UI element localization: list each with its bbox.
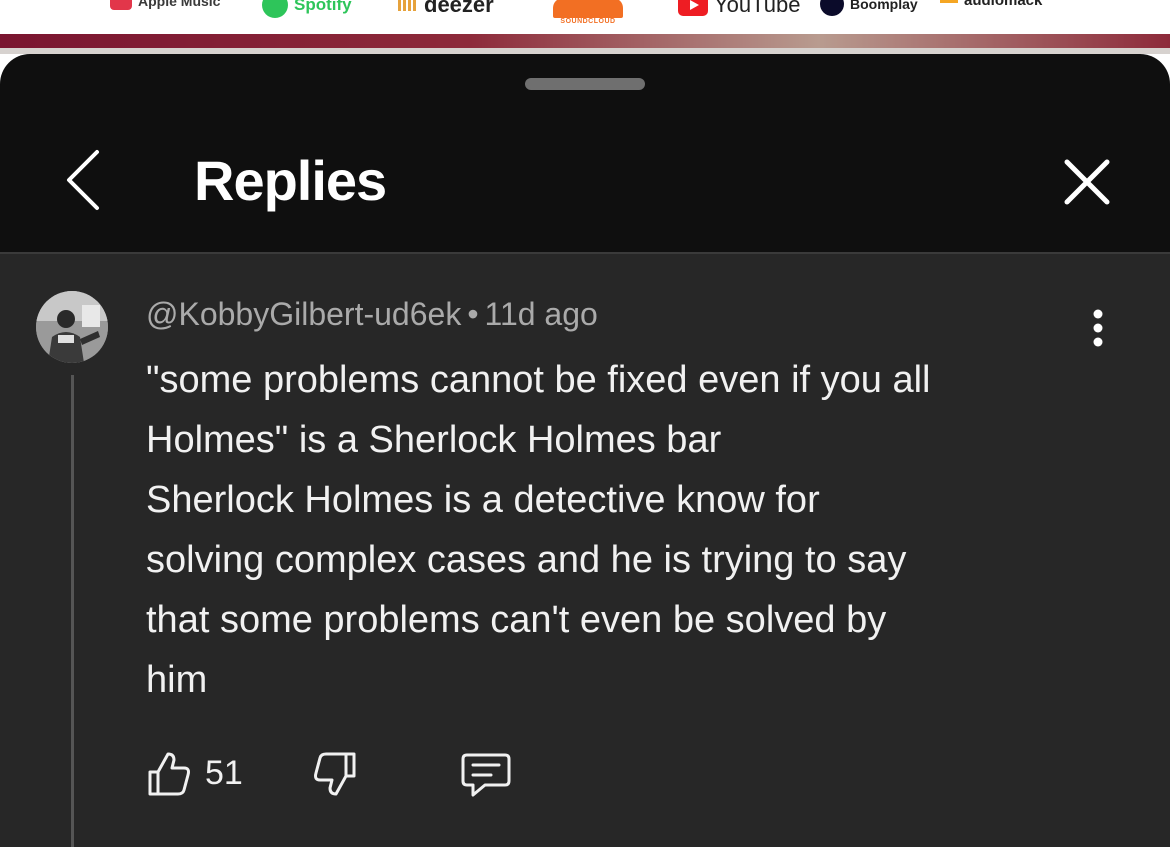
- comment-timestamp: 11d ago: [484, 296, 598, 332]
- comment-text-line: solving complex cases and he is trying t…: [146, 539, 907, 581]
- sheet-drag-handle[interactable]: [525, 78, 645, 90]
- boomplay-label: Boomplay: [850, 0, 918, 12]
- streaming-logos-banner: Apple Music Spotify deezer SOUNDCLOUD Yo…: [0, 0, 1170, 34]
- soundcloud-logo[interactable]: SOUNDCLOUD: [553, 0, 623, 25]
- comment-text-line: "some problems cannot be fixed even if y…: [146, 359, 931, 401]
- audiomack-logo[interactable]: audiomack: [940, 0, 1042, 9]
- comment-text-line: that some problems can't even be solved …: [146, 599, 887, 641]
- chevron-left-icon: [67, 150, 99, 210]
- spotify-icon: [262, 0, 288, 18]
- thumbs-down-icon: [314, 752, 356, 796]
- avatar[interactable]: [36, 291, 108, 363]
- thumbs-up-icon: [148, 752, 190, 796]
- reply-button[interactable]: [459, 751, 513, 799]
- apple-music-icon: [110, 0, 132, 10]
- like-button[interactable]: [146, 750, 192, 798]
- youtube-icon: [678, 0, 708, 16]
- back-button[interactable]: [55, 140, 115, 220]
- meta-separator: •: [467, 296, 479, 332]
- banner-strip: [0, 34, 1170, 48]
- apple-music-label: Apple Music: [138, 0, 221, 9]
- like-count: 51: [205, 754, 243, 792]
- spotify-label: Spotify: [294, 0, 352, 14]
- close-button[interactable]: [1055, 150, 1119, 214]
- youtube-label: YouTube: [714, 0, 801, 17]
- reply-icon: [461, 753, 511, 797]
- soundcloud-icon: [553, 0, 623, 18]
- soundcloud-label: SOUNDCLOUD: [560, 18, 616, 25]
- spotify-logo[interactable]: Spotify: [262, 0, 352, 18]
- comment-text-line: Holmes" is a Sherlock Holmes bar: [146, 419, 722, 461]
- page-title: Replies: [194, 149, 387, 212]
- boomplay-logo[interactable]: Boomplay: [820, 0, 918, 16]
- audiomack-label: audiomack: [964, 0, 1043, 9]
- avatar-image: [36, 291, 108, 363]
- deezer-icon: [398, 0, 418, 11]
- more-vertical-icon: [1093, 309, 1103, 347]
- deezer-label: deezer: [424, 0, 494, 17]
- boomplay-icon: [820, 0, 844, 16]
- screen: Apple Music Spotify deezer SOUNDCLOUD Yo…: [0, 0, 1170, 847]
- comment-text: "some problems cannot be fixed even if y…: [146, 350, 1106, 710]
- comment-text-line: him: [146, 659, 208, 701]
- apple-music-logo[interactable]: Apple Music: [110, 0, 220, 10]
- youtube-logo[interactable]: YouTube: [678, 0, 800, 18]
- deezer-logo[interactable]: deezer: [398, 0, 494, 18]
- dislike-button[interactable]: [312, 750, 358, 798]
- author-handle[interactable]: @KobbyGilbert-ud6ek: [146, 296, 461, 332]
- thread-line: [71, 375, 74, 847]
- comment-meta: @KobbyGilbert-ud6ek • 11d ago: [146, 296, 598, 333]
- audiomack-icon: [940, 0, 958, 3]
- close-icon: [1064, 159, 1110, 205]
- comment-menu-button[interactable]: [1080, 306, 1116, 350]
- comment-text-line: Sherlock Holmes is a detective know for: [146, 479, 820, 521]
